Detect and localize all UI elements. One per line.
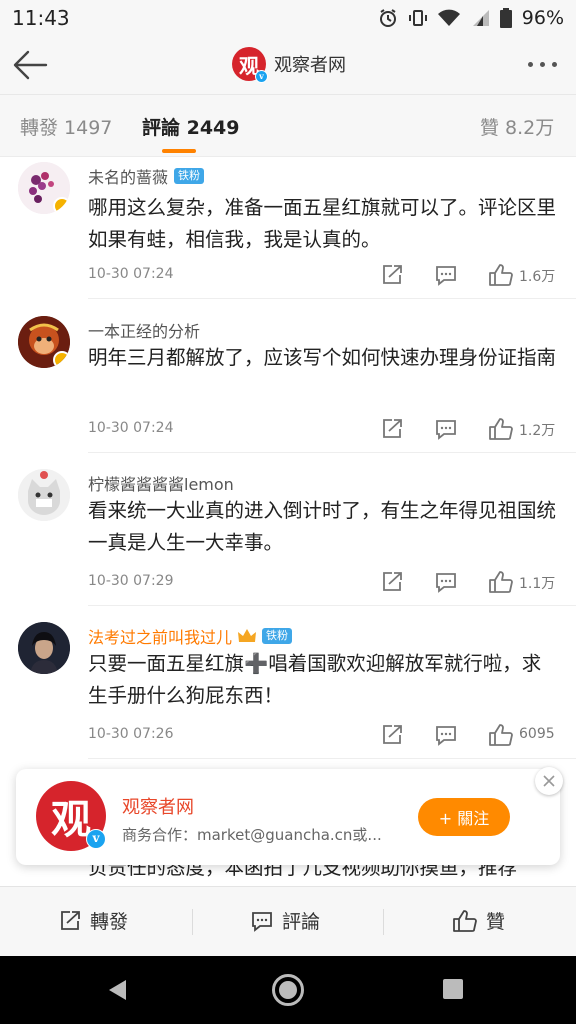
status-icons: 96%	[378, 7, 564, 29]
popup-account-logo[interactable]: 观 v	[36, 781, 106, 851]
like-count: 1.2万	[519, 423, 556, 439]
share-icon	[61, 910, 80, 930]
battery-icon	[499, 8, 512, 28]
like-count: 1.1万	[519, 576, 556, 592]
comment-divider	[88, 605, 576, 606]
commenter-name[interactable]: 法考过之前叫我过儿 铁粉	[88, 624, 293, 648]
verified-icon	[53, 197, 70, 214]
repost-button[interactable]: 轉發	[58, 907, 128, 934]
share-icon[interactable]	[380, 570, 404, 594]
nav-back-icon[interactable]	[106, 978, 130, 1002]
tab-likes[interactable]: 贊 8.2万	[480, 113, 554, 140]
status-time: 11:43	[12, 6, 70, 30]
follow-button[interactable]: + 關注	[418, 798, 510, 836]
like-count: 6095	[519, 726, 555, 742]
like-button[interactable]: 贊	[452, 907, 505, 934]
like-icon[interactable]	[488, 723, 514, 747]
vibrate-icon	[408, 10, 427, 26]
like-icon[interactable]	[488, 263, 514, 287]
fan-badge: 铁粉	[174, 168, 205, 184]
commenter-name-text: 柠檬酱酱酱酱lemon	[88, 475, 234, 494]
share-icon[interactable]	[380, 417, 404, 441]
popup-logo-char: 观	[51, 796, 91, 843]
comment-icon	[252, 911, 272, 932]
crown-icon	[238, 629, 257, 642]
avatar[interactable]	[18, 469, 70, 521]
like-label: 贊	[486, 911, 506, 933]
bar-divider	[192, 909, 193, 935]
comment-text: 明年三月都解放了，应该写个如何快速办理身份证指南	[88, 346, 557, 369]
alarm-icon	[379, 9, 396, 27]
popup-account-desc: 商务合作：market@guancha.cn或...	[122, 826, 382, 844]
app-header: 观 v 观察者网	[0, 36, 576, 94]
tab-comments[interactable]: 評論 2449	[142, 113, 240, 140]
header-account[interactable]: 观 v 观察者网	[232, 47, 346, 83]
tab-repost[interactable]: 轉發 1497	[20, 113, 112, 140]
comment-divider	[88, 298, 576, 299]
commenter-name-text: 未名的蔷薇	[88, 168, 169, 187]
comment-time: 10-30 07:24	[88, 266, 174, 282]
back-arrow-icon[interactable]	[12, 48, 48, 82]
nav-home-icon[interactable]	[272, 974, 304, 1006]
follow-popup: 观 v 观察者网 商务合作：market@guancha.cn或... + 關注	[16, 767, 563, 865]
commenter-name[interactable]: 柠檬酱酱酱酱lemon	[88, 471, 234, 495]
avatar-cat-image	[18, 469, 70, 521]
account-logo: 观 v	[232, 47, 268, 83]
comment-time: 10-30 07:24	[88, 420, 174, 436]
like-icon	[453, 909, 477, 932]
avatar[interactable]	[18, 316, 70, 368]
like-icon[interactable]	[488, 570, 514, 594]
like-icon[interactable]	[488, 417, 514, 441]
weibo-comments-page: 11:43 96% 观 v 观察者网 轉發 1497 評論 2449 贊 8.2…	[0, 0, 576, 1024]
avatar[interactable]	[18, 162, 70, 214]
tab-bar: 轉發 1497 評論 2449 贊 8.2万	[0, 94, 576, 157]
bottom-action-bar: 轉發 評論 贊	[0, 886, 576, 956]
comment-actions: 1.1万	[380, 570, 560, 594]
tab-active-indicator	[162, 149, 196, 153]
bar-divider	[383, 909, 384, 935]
comment-label: 評論	[282, 911, 321, 933]
commenter-name[interactable]: 未名的蔷薇 铁粉	[88, 164, 205, 188]
comment-time: 10-30 07:26	[88, 726, 174, 742]
share-icon[interactable]	[380, 263, 404, 287]
verified-icon: v	[86, 829, 106, 849]
nav-recents-icon[interactable]	[443, 979, 463, 999]
tab-divider	[0, 156, 576, 157]
popup-account-name[interactable]: 观察者网	[122, 793, 194, 819]
comment-text: 只要一面五星红旗➕唱着国歌欢迎解放军就行啦，求生手册什么狗屁东西！	[88, 652, 542, 707]
commenter-name-text: 一本正经的分析	[88, 322, 201, 341]
status-bar: 11:43 96%	[0, 0, 576, 36]
commenter-name[interactable]: 一本正经的分析	[88, 318, 200, 342]
avatar[interactable]	[18, 622, 70, 674]
comment-actions: 6095	[380, 723, 560, 747]
share-icon[interactable]	[380, 723, 404, 747]
comment-text: 看来统一大业真的进入倒计时了，有生之年得见祖国统一真是人生一大幸事。	[88, 499, 557, 554]
commenter-name-text: 法考过之前叫我过儿	[88, 628, 233, 647]
avatar-portrait-image	[18, 622, 70, 674]
more-dots-icon[interactable]	[528, 54, 562, 74]
comment-actions: 1.2万	[380, 417, 560, 441]
comment-icon[interactable]	[434, 263, 458, 287]
comment-icon[interactable]	[434, 570, 458, 594]
verified-icon: v	[255, 70, 268, 83]
header-title: 观察者网	[274, 55, 346, 76]
comment-divider	[88, 758, 576, 759]
comment-text: 哪用这么复杂，准备一面五星红旗就可以了。评论区里如果有蛙，相信我，我是认真的。	[88, 196, 557, 251]
verified-icon	[53, 351, 70, 368]
comment-button[interactable]: 評論	[250, 907, 320, 934]
repost-label: 轉發	[90, 911, 129, 933]
signal-icon	[472, 10, 489, 26]
comment-actions: 1.6万	[380, 263, 560, 287]
like-count: 1.6万	[519, 269, 556, 285]
wifi-icon	[437, 9, 460, 26]
fan-badge: 铁粉	[262, 628, 293, 644]
comment-icon[interactable]	[434, 417, 458, 441]
close-icon[interactable]	[535, 767, 563, 795]
comment-divider	[88, 452, 576, 453]
android-nav-bar	[0, 956, 576, 1024]
comment-time: 10-30 07:29	[88, 573, 174, 589]
comment-icon[interactable]	[434, 723, 458, 747]
battery-percent: 96%	[521, 7, 564, 29]
